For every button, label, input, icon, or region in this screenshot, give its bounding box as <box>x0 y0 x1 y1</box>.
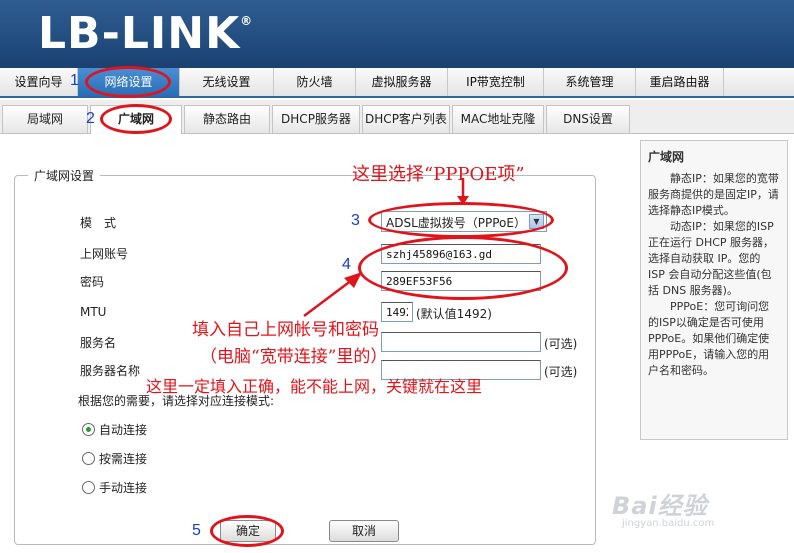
mode-label: 模 式 <box>80 216 117 230</box>
tab-dhcp-clients[interactable]: DHCP客户列表 <box>362 105 450 133</box>
nav-reboot-router[interactable]: 重启路由器 <box>636 68 724 96</box>
nav-setup-wizard[interactable]: 设置向导 <box>0 68 78 96</box>
radio-auto-connect-label: 自动连接 <box>99 423 148 437</box>
service-name-label: 服务名 <box>80 336 117 350</box>
highlight-ellipse-credentials <box>358 236 568 300</box>
brand-logo: LB-LINK® <box>38 8 254 59</box>
highlight-ellipse-ok <box>210 515 284 547</box>
server-name-label: 服务器名称 <box>80 364 141 378</box>
step-number-2: 2 <box>86 110 95 127</box>
help-panel: 广域网 静态IP：如果您的宽带服务商提供的是固定IP，请选择静态IP模式。 动态… <box>640 140 788 440</box>
annotation-select-pppoe: 这里选择“PPPOE项” <box>352 164 525 185</box>
help-title: 广域网 <box>648 150 685 164</box>
step-number-5: 5 <box>192 522 201 539</box>
radio-checked-icon[interactable] <box>82 423 95 436</box>
help-body: 静态IP：如果您的宽带服务商提供的是固定IP，请选择静态IP模式。 动态IP：如… <box>648 172 779 377</box>
nav-system-management[interactable]: 系统管理 <box>544 68 636 96</box>
arrow-up-right-icon <box>303 272 362 317</box>
tab-static-route[interactable]: 静态路由 <box>184 105 270 133</box>
tab-dhcp-server[interactable]: DHCP服务器 <box>272 105 360 133</box>
annotation-fill-account: 填入自己上网帐号和密码 <box>192 320 379 340</box>
radio-manual-connect-label: 手动连接 <box>99 481 148 495</box>
annotation-from-computer: （电脑“宽带连接”里的） <box>200 347 388 367</box>
watermark-url: jingyan.baidu.com <box>622 518 715 529</box>
radio-on-demand[interactable]: 按需连接 <box>82 450 147 467</box>
step-number-1: 1 <box>70 72 79 89</box>
highlight-ellipse-mode <box>368 202 554 238</box>
nav-virtual-server[interactable]: 虚拟服务器 <box>356 68 448 96</box>
radio-manual-connect[interactable]: 手动连接 <box>82 479 147 496</box>
wan-settings-legend: 广域网设置 <box>28 167 101 184</box>
mtu-hint: (默认值1492) <box>416 307 492 321</box>
highlight-ellipse-nav <box>85 66 171 98</box>
password-label: 密码 <box>80 275 105 289</box>
nav-ip-bandwidth[interactable]: IP带宽控制 <box>448 68 544 96</box>
account-label: 上网账号 <box>80 247 129 261</box>
radio-unchecked-icon[interactable] <box>82 481 95 494</box>
step-number-3: 3 <box>351 212 360 229</box>
cancel-button[interactable]: 取消 <box>329 520 399 542</box>
tab-mac-clone[interactable]: MAC地址克隆 <box>452 105 544 133</box>
radio-unchecked-icon[interactable] <box>82 452 95 465</box>
service-name-input[interactable] <box>381 332 541 352</box>
nav-wireless-settings[interactable]: 无线设置 <box>180 68 274 96</box>
annotation-must-correct: 这里一定填入正确，能不能上网，关键就在这里 <box>146 377 483 396</box>
baidu-logo: Bai经验 <box>612 492 708 520</box>
arrow-down-icon <box>457 178 469 205</box>
highlight-ellipse-wan-tab <box>100 104 172 134</box>
radio-on-demand-label: 按需连接 <box>99 452 148 466</box>
header-bar: LB-LINK® <box>0 0 794 68</box>
mtu-label: MTU <box>80 305 107 319</box>
tab-dns-settings[interactable]: DNS设置 <box>546 105 630 133</box>
tab-lan[interactable]: 局域网 <box>2 105 88 133</box>
baidu-watermark: Bai经验 jingyan.baidu.com <box>612 486 714 529</box>
radio-auto-connect[interactable]: 自动连接 <box>82 421 147 438</box>
nav-firewall[interactable]: 防火墙 <box>274 68 356 96</box>
server-name-hint: (可选) <box>544 365 578 379</box>
service-name-hint: (可选) <box>544 337 578 351</box>
mtu-input[interactable] <box>381 302 413 322</box>
